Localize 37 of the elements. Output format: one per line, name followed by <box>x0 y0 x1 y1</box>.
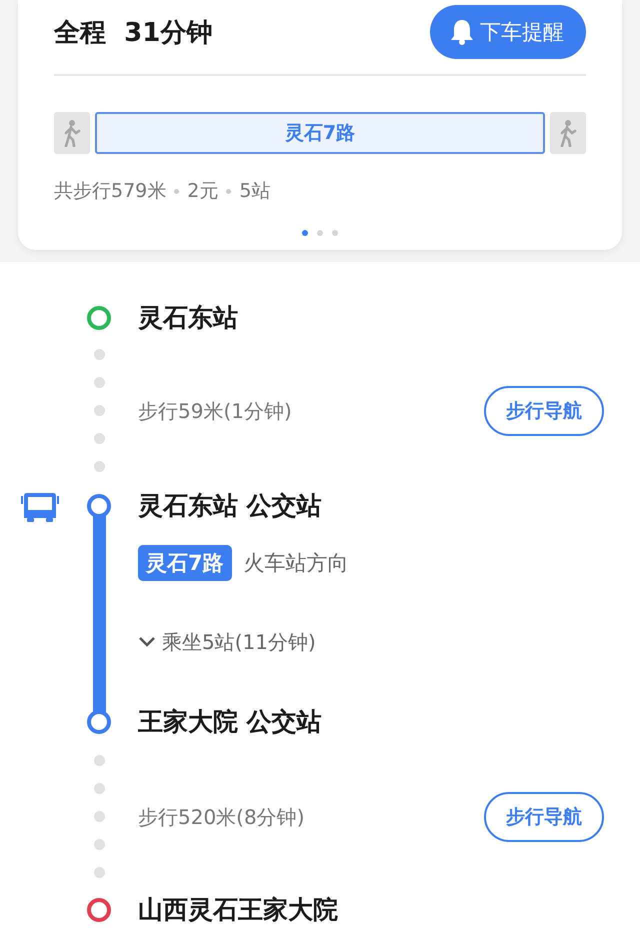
route-stat: 5站 <box>239 179 270 204</box>
path-dot <box>94 755 104 766</box>
chevron-icon <box>138 636 156 648</box>
separator-dot <box>174 188 180 194</box>
separator-dot <box>226 188 232 194</box>
stop-name: 灵石东站 <box>138 302 239 334</box>
path-dot <box>94 349 104 360</box>
path-dot <box>94 811 104 822</box>
route-stat: 共步行579米 <box>54 179 166 204</box>
bus-line-label: 灵石7路 <box>138 545 232 581</box>
total-duration: 全程 31分钟 <box>54 16 212 50</box>
stop-name: 灵石东站 公交站 <box>138 490 323 522</box>
path-dot <box>94 839 104 850</box>
bell-icon <box>450 19 474 45</box>
walking-person-icon <box>63 119 81 147</box>
walk-info: 步行59米(1分钟) <box>138 398 292 424</box>
path-dot <box>94 433 104 444</box>
walk-navigation-button[interactable]: 步行导航 <box>484 792 604 842</box>
stop-name: 山西灵石王家大院 <box>138 894 339 926</box>
route-stat: 2元 <box>187 179 218 204</box>
stop-marker <box>87 494 111 518</box>
path-dot <box>94 461 104 472</box>
path-dot <box>94 405 104 416</box>
bus-segment: 灵石7路 <box>95 112 545 154</box>
path-dot <box>94 783 104 794</box>
bus-icon <box>20 490 60 524</box>
stop-name: 王家大院 公交站 <box>138 706 323 738</box>
ride-toggle[interactable]: 乘坐5站(11分钟) <box>138 622 604 662</box>
path-dot <box>94 867 104 878</box>
walk-info: 步行520米(8分钟) <box>138 804 305 830</box>
stop-marker <box>87 710 111 734</box>
path-dot <box>94 377 104 388</box>
alight-alert-button[interactable]: 下车提醒 <box>430 5 586 59</box>
page-indicator[interactable] <box>302 230 308 236</box>
walking-person-icon <box>559 119 577 147</box>
walk-navigation-button[interactable]: 步行导航 <box>484 386 604 436</box>
direction-text: 火车站方向 <box>244 550 349 577</box>
